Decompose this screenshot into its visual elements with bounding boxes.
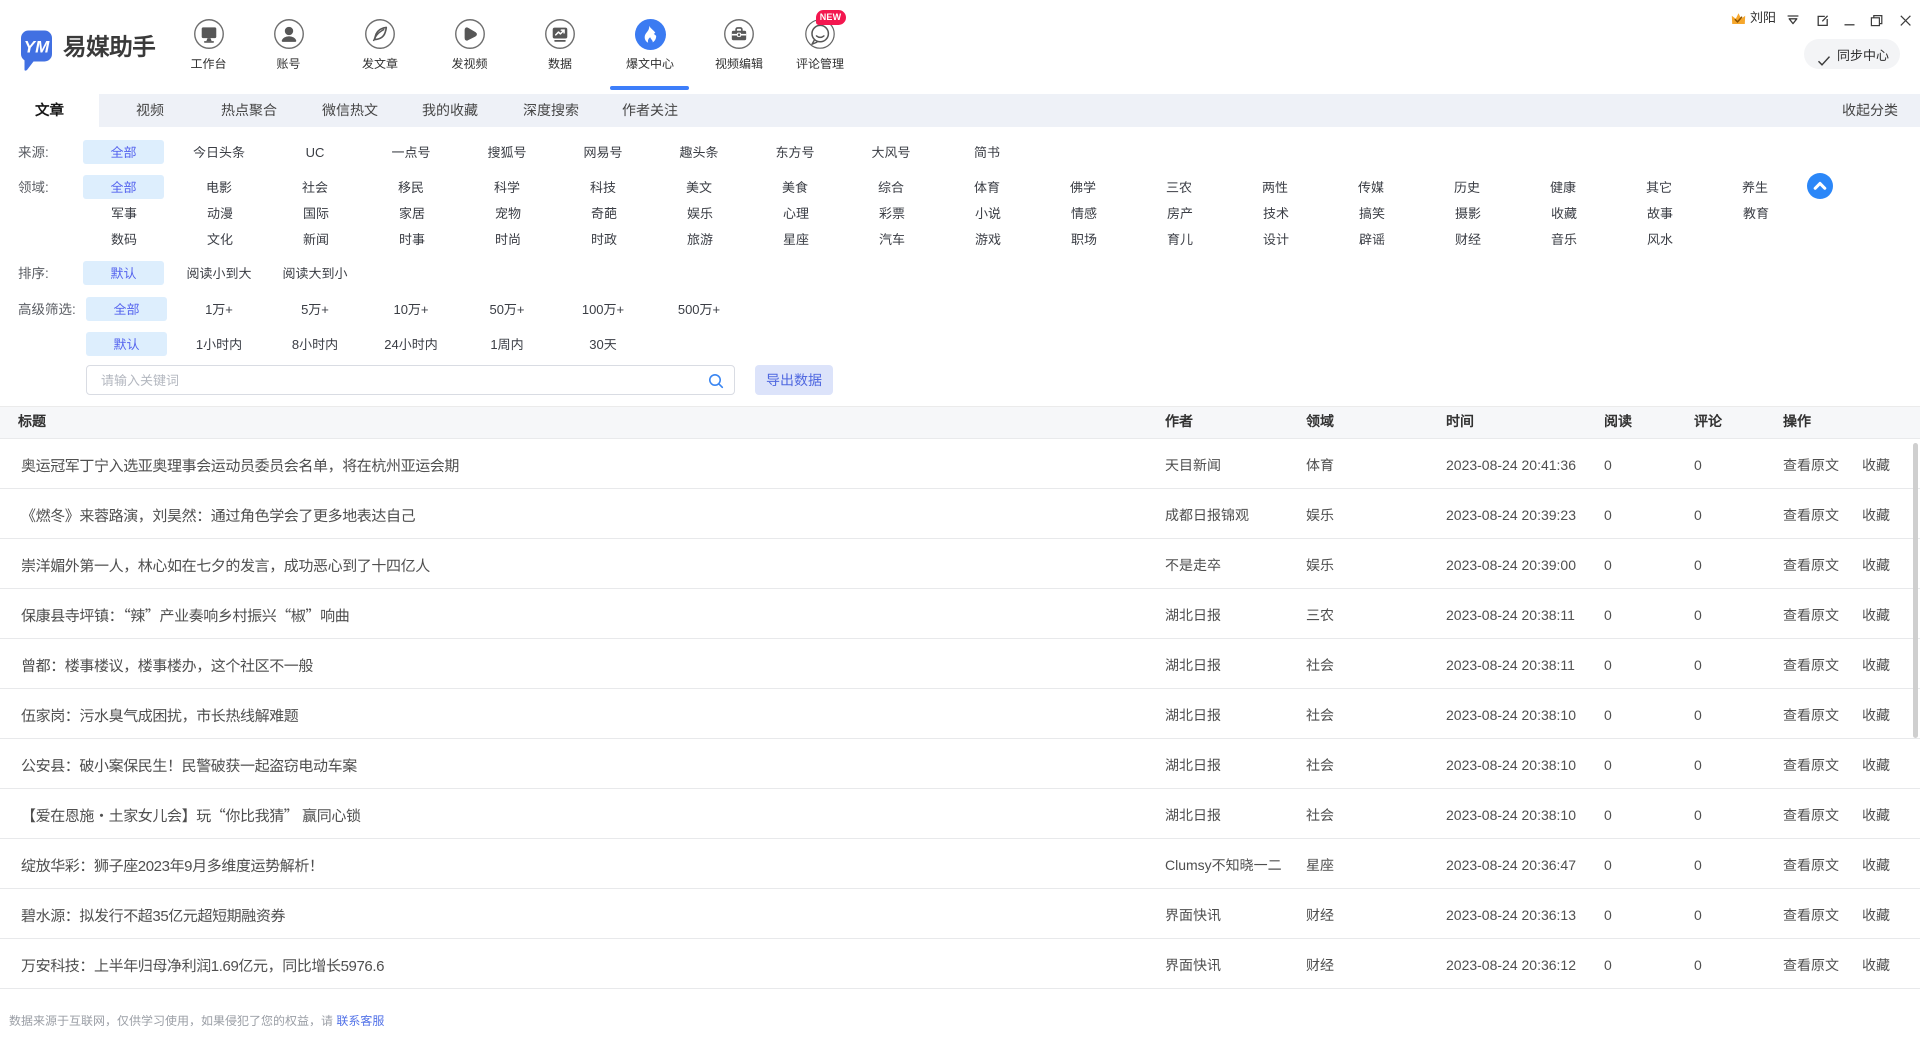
svg-text:YM: YM	[24, 38, 50, 57]
